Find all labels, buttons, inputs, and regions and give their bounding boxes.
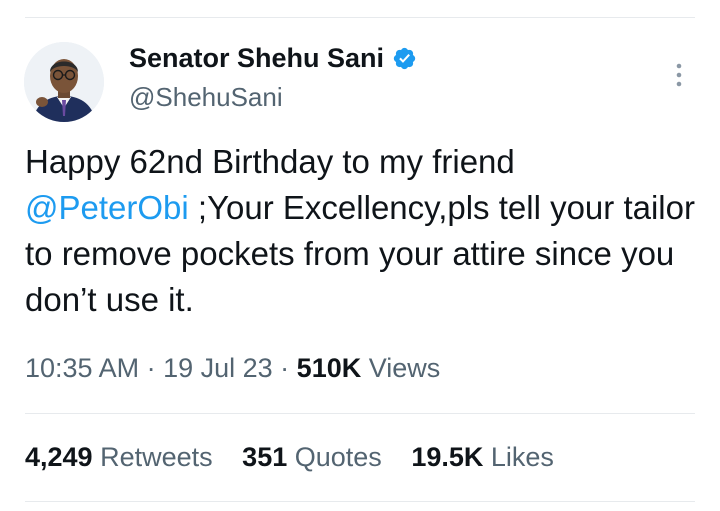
more-options-icon[interactable]: [671, 62, 687, 88]
avatar-photo: [24, 42, 104, 122]
quotes-count: 351: [242, 442, 288, 472]
views-label: Views: [361, 353, 441, 383]
quotes-label: Quotes: [294, 442, 382, 472]
retweets-count: 4,249: [25, 442, 93, 472]
tweet-meta: 10:35 AM · 19 Jul 23 · 510K Views: [25, 353, 440, 384]
verified-badge-icon: [393, 47, 416, 70]
engagement-stats: 4,249 Retweets 351 Quotes 19.5K Likes: [25, 442, 576, 473]
mention-link[interactable]: @PeterObi: [25, 189, 189, 226]
tweet-time[interactable]: 10:35 AM: [25, 353, 139, 383]
author-name-row[interactable]: Senator Shehu Sani: [129, 43, 417, 74]
stats-top-divider: [25, 413, 695, 414]
author-name[interactable]: Senator Shehu Sani: [129, 43, 384, 74]
author-handle[interactable]: @ShehuSani: [129, 82, 283, 113]
retweets-stat[interactable]: 4,249 Retweets: [25, 442, 213, 472]
stats-bottom-divider: [25, 501, 695, 502]
tweet-date[interactable]: 19 Jul 23: [163, 353, 273, 383]
tweet-detail: Senator Shehu Sani @ShehuSani Happy 62nd…: [0, 0, 720, 511]
tweet-text: Happy 62nd Birthday to my friend @PeterO…: [25, 139, 705, 323]
meta-separator: ·: [272, 353, 297, 383]
top-divider: [25, 17, 695, 18]
meta-separator: ·: [139, 353, 164, 383]
likes-count: 19.5K: [411, 442, 484, 472]
likes-label: Likes: [490, 442, 554, 472]
tweet-text-part1: Happy 62nd Birthday to my friend: [25, 143, 515, 180]
views-count[interactable]: 510K: [297, 353, 362, 383]
author-avatar[interactable]: [24, 42, 104, 122]
quotes-stat[interactable]: 351 Quotes: [242, 442, 382, 472]
retweets-label: Retweets: [100, 442, 213, 472]
likes-stat[interactable]: 19.5K Likes: [411, 442, 554, 472]
